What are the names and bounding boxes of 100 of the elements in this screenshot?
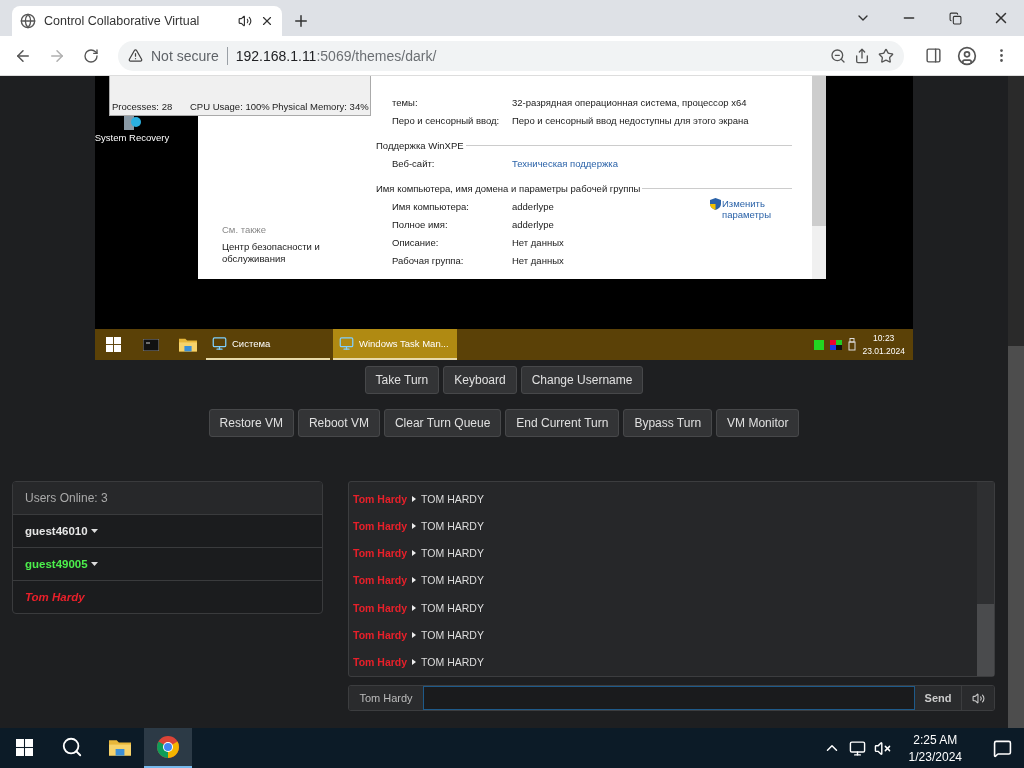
clock-time: 10:23 (873, 333, 895, 343)
message-author: Tom Hardy (353, 656, 408, 669)
control-button[interactable]: Change Username (520, 366, 644, 394)
arrow-icon (412, 659, 417, 666)
message-text: TOM HARDY (421, 601, 484, 614)
message-author: Tom Hardy (353, 492, 408, 505)
profile-icon[interactable] (957, 45, 977, 66)
user-row[interactable]: guest46010 (13, 514, 322, 547)
see-also-link[interactable]: Центр безопасности и обслуживания (222, 241, 332, 265)
arrow-icon (412, 522, 417, 529)
speaker-icon[interactable] (238, 14, 252, 28)
clock-date: 1/23/2024 (908, 749, 962, 764)
message-author: Tom Hardy (353, 629, 408, 642)
field-value: Нет данных (512, 254, 564, 266)
message-text: TOM HARDY (421, 656, 484, 669)
see-also-heading: См. также (222, 224, 267, 235)
field-value: adderlype (512, 218, 554, 230)
taskbar-item[interactable]: Система (206, 329, 330, 360)
search-icon[interactable] (61, 736, 83, 758)
message-text: TOM HARDY (421, 492, 484, 505)
muted-speaker-icon[interactable] (873, 739, 891, 757)
admin-button[interactable]: Restore VM (208, 409, 294, 437)
field-value: Перо и сенсорный ввод недоступны для этого экрана (512, 114, 749, 126)
start-icon[interactable] (15, 738, 33, 756)
arrow-icon (412, 577, 417, 584)
arrow-icon (412, 550, 417, 557)
message-author: Tom Hardy (353, 519, 408, 532)
usb-icon (848, 338, 857, 351)
shield-icon (710, 198, 721, 210)
computer-icon (339, 336, 354, 351)
arrow-icon (412, 604, 417, 611)
restore-icon[interactable] (948, 11, 962, 25)
username-label: Tom Hardy (349, 686, 423, 710)
speaker-icon (971, 691, 985, 705)
user-row[interactable]: guest49005 (13, 547, 322, 580)
control-button[interactable]: Take Turn (364, 366, 440, 394)
clock-date: 23.01.2024 (862, 346, 905, 356)
field-value: adderlype (512, 200, 554, 212)
username: Tom Hardy (25, 591, 85, 603)
status-text: Processes: 28 (112, 101, 174, 112)
control-button[interactable]: Keyboard (443, 366, 517, 394)
field-label: темы: (392, 96, 419, 108)
display-icon (830, 339, 843, 350)
sound-button[interactable] (962, 686, 994, 710)
message-text: TOM HARDY (421, 547, 484, 560)
field-label: Веб-сайт: (392, 157, 436, 169)
clock[interactable]: 2:25 AM 1/23/2024 (898, 732, 972, 764)
share-icon[interactable] (854, 47, 870, 64)
star-icon[interactable] (878, 47, 894, 64)
computer-icon (212, 336, 227, 351)
start-icon[interactable] (106, 337, 121, 352)
chat-input[interactable] (423, 686, 915, 710)
change-settings-link[interactable]: Изменить параметры (722, 198, 784, 220)
support-link[interactable]: Техническая поддержка (512, 157, 618, 169)
browser-icon[interactable] (156, 735, 180, 759)
admin-button[interactable]: Bypass Turn (623, 409, 713, 437)
message-text: TOM HARDY (421, 629, 484, 642)
send-button[interactable]: Send (915, 686, 962, 710)
notification-icon[interactable] (992, 738, 1012, 758)
user-row[interactable]: Tom Hardy (13, 580, 322, 613)
admin-button[interactable]: Clear Turn Queue (383, 409, 502, 437)
message-text: TOM HARDY (421, 519, 484, 532)
zoom-out-icon[interactable] (830, 47, 846, 64)
field-label: Имя компьютера: (392, 200, 470, 212)
admin-button[interactable]: Reboot VM (297, 409, 380, 437)
status-text: CPU Usage: 100% (190, 101, 271, 112)
field-label: Описание: (392, 236, 440, 248)
console-icon[interactable] (142, 338, 159, 351)
username: guest49005 (25, 558, 88, 570)
arrow-icon (412, 632, 417, 639)
reload-icon[interactable] (83, 47, 99, 64)
security-label: Not secure (151, 47, 219, 64)
taskbar-item[interactable] (144, 728, 192, 768)
vm-screen[interactable] (95, 76, 913, 360)
field-label: Полное имя: (392, 218, 449, 230)
message-author: Tom Hardy (353, 547, 408, 560)
status-square-icon (814, 339, 825, 350)
side-panel-icon[interactable] (924, 47, 942, 64)
section-heading: Поддержка WinXPE (376, 139, 464, 151)
close-icon[interactable] (260, 14, 274, 28)
drive-icon[interactable] (122, 114, 142, 130)
address-field[interactable]: Not secure 192.168.1.11:5069/themes/dark/ (118, 40, 904, 71)
admin-button[interactable]: End Current Turn (505, 409, 620, 437)
users-online-header: Users Online: 3 (13, 482, 322, 514)
field-label: Рабочая группа: (392, 254, 465, 266)
new-tab-icon[interactable] (292, 12, 310, 30)
globe-icon (20, 13, 36, 29)
admin-button[interactable]: VM Monitor (716, 409, 800, 437)
folder-icon[interactable] (109, 738, 131, 756)
arrow-icon (412, 495, 417, 502)
url-text: 192.168.1.11:5069/themes/dark/ (235, 47, 437, 64)
section-heading: Имя компьютера, имя домена и параметры рабочей группы (376, 182, 641, 194)
status-text: Physical Memory: 34% (272, 101, 369, 112)
network-icon[interactable] (848, 739, 866, 757)
folder-icon[interactable] (178, 337, 197, 352)
warning-icon (128, 48, 143, 63)
field-value: Нет данных (512, 236, 564, 248)
message-text: TOM HARDY (421, 574, 484, 587)
desktop-icon-label[interactable]: System Recovery (94, 132, 170, 143)
browser-tab[interactable]: Control Collaborative Virtual (12, 6, 282, 36)
